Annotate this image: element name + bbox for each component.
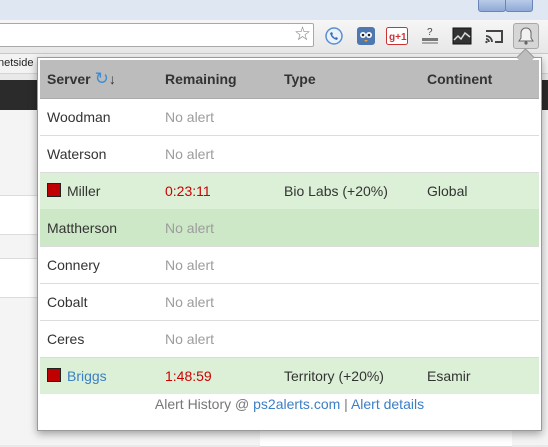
ps2alerts-link[interactable]: ps2alerts.com <box>253 396 340 412</box>
server-name: Woodman <box>47 109 111 125</box>
faction-flag-icon <box>47 183 61 197</box>
chart-extension-icon[interactable] <box>451 25 473 47</box>
alert-type <box>277 283 420 321</box>
refresh-icon[interactable]: ↻ <box>95 69 109 88</box>
faction-flag-icon <box>47 368 61 382</box>
continent <box>420 320 539 358</box>
server-name: Ceres <box>40 320 158 358</box>
help-extension-icon[interactable]: ? <box>419 25 441 47</box>
alert-details-link[interactable]: Alert details <box>351 396 424 412</box>
server-cell: Briggs <box>40 357 158 394</box>
continent: Global <box>420 172 539 210</box>
table-row[interactable]: Mattherson No alert <box>40 209 539 247</box>
remaining-time: No alert <box>158 135 277 173</box>
bookmark-star-icon[interactable]: ☆ <box>294 25 311 45</box>
alert-type: Bio Labs (+20%) <box>277 172 420 210</box>
alert-type <box>277 99 420 136</box>
table-row[interactable]: Briggs 1:48:59 Territory (+20%) Esamir <box>40 357 539 394</box>
server-link[interactable]: Briggs <box>67 368 107 384</box>
maximize-button[interactable] <box>505 0 533 12</box>
popup-footer: Alert History @ ps2alerts.com | Alert de… <box>38 396 541 412</box>
server-cell: Miller <box>40 172 158 210</box>
table-row[interactable]: Cobalt No alert <box>40 283 539 321</box>
server-name: Waterson <box>40 135 158 173</box>
type-column-header[interactable]: Type <box>277 60 420 99</box>
remaining-time: No alert <box>158 209 277 247</box>
sort-arrow-icon[interactable]: ↓ <box>109 71 116 87</box>
alert-type <box>277 246 420 284</box>
server-name: Connery <box>40 246 158 284</box>
alerts-bell-icon[interactable] <box>513 23 539 49</box>
table-row[interactable]: Woodman No alert <box>40 99 539 136</box>
svg-text:g+1: g+1 <box>389 32 407 43</box>
minimize-button[interactable] <box>478 0 506 12</box>
alert-type <box>277 209 420 247</box>
owl-extension-icon[interactable] <box>355 25 377 47</box>
bookmark-item[interactable]: netside <box>0 57 33 69</box>
address-bar[interactable]: ☆ <box>0 23 314 47</box>
server-name: Mattherson <box>40 209 158 247</box>
remaining-time: No alert <box>158 320 277 358</box>
server-alerts-table: Server ↻↓ Remaining Type Continent Woodma… <box>40 60 539 394</box>
continent: Esamir <box>420 357 539 394</box>
alert-history-label: Alert History @ <box>154 396 250 412</box>
alert-type <box>277 135 420 173</box>
continent <box>420 283 539 321</box>
browser-toolbar: ☆ g+1 ? <box>0 20 548 54</box>
table-row[interactable]: Waterson No alert <box>40 135 539 173</box>
table-row[interactable]: Miller 0:23:11 Bio Labs (+20%) Global <box>40 172 539 210</box>
server-name: Miller <box>67 183 101 199</box>
table-row[interactable]: Connery No alert <box>40 246 539 284</box>
remaining-time: No alert <box>165 109 215 125</box>
remaining-column-header[interactable]: Remaining <box>158 60 277 99</box>
alert-type <box>277 320 420 358</box>
google-plus-one-icon[interactable]: g+1 <box>386 25 408 47</box>
remaining-time: 1:48:59 <box>158 357 277 394</box>
continent <box>420 99 539 136</box>
continent <box>420 246 539 284</box>
footer-separator: | <box>344 396 348 412</box>
title-bar <box>0 0 548 20</box>
continent-column-header[interactable]: Continent <box>420 60 539 99</box>
remaining-time: No alert <box>158 246 277 284</box>
page-panel <box>0 258 40 298</box>
remaining-time: 0:23:11 <box>158 172 277 210</box>
continent <box>420 135 539 173</box>
phone-extension-icon[interactable] <box>323 25 345 47</box>
alert-type: Territory (+20%) <box>277 357 420 394</box>
alerts-popup: Server ↻↓ Remaining Type Continent Woodma… <box>37 48 542 431</box>
page-panel <box>0 195 40 235</box>
remaining-time: No alert <box>158 283 277 321</box>
server-column-header[interactable]: Server ↻↓ <box>40 60 158 99</box>
table-header-row: Server ↻↓ Remaining Type Continent <box>40 60 539 99</box>
continent <box>420 209 539 247</box>
table-row[interactable]: Ceres No alert <box>40 320 539 358</box>
server-name: Cobalt <box>40 283 158 321</box>
cast-icon[interactable] <box>483 25 505 47</box>
svg-text:?: ? <box>427 27 433 38</box>
